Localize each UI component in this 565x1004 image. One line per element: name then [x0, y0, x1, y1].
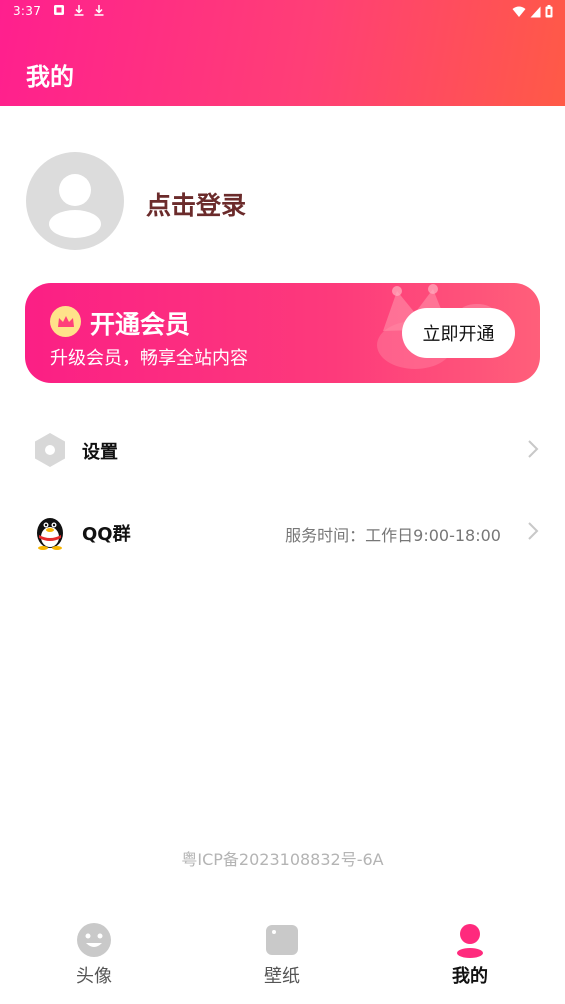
- menu-item-qq-group[interactable]: QQ群 服务时间：工作日9:00-18:00: [0, 501, 565, 561]
- open-vip-button[interactable]: 立即开通: [402, 308, 515, 358]
- menu-item-settings[interactable]: 设置: [0, 419, 565, 479]
- menu-label-settings: 设置: [82, 442, 118, 463]
- icp-record-text: 粤ICP备2023108832号-6A: [181, 850, 384, 869]
- status-system-icons: [512, 5, 553, 18]
- download-icon: [94, 5, 104, 16]
- header-bar: 3:37 我的: [0, 0, 565, 106]
- login-link[interactable]: 点击登录: [146, 186, 246, 222]
- notification-icon: [54, 5, 64, 15]
- vip-subtitle: 升级会员，畅享全站内容: [50, 348, 248, 369]
- crown-icon: [57, 315, 74, 327]
- vip-badge: [50, 306, 81, 337]
- tab-label-avatar: 头像: [76, 966, 112, 987]
- tab-avatar[interactable]: 头像: [34, 912, 154, 1004]
- tab-mine[interactable]: 我的: [410, 912, 530, 1004]
- tab-label-wallpaper: 壁纸: [264, 966, 300, 987]
- qq-penguin-icon: [37, 518, 63, 550]
- page-title: 我的: [26, 63, 74, 91]
- service-time-text: 服务时间：工作日9:00-18:00: [285, 526, 501, 545]
- chevron-right-icon: [528, 440, 539, 458]
- avatar[interactable]: [26, 152, 124, 250]
- download-icon: [74, 5, 84, 16]
- avatar-face-icon: [77, 923, 111, 957]
- tab-wallpaper[interactable]: 壁纸: [222, 912, 342, 1004]
- settings-hex-icon: [35, 433, 65, 467]
- battery-icon: [545, 5, 553, 18]
- status-time: 3:37: [13, 4, 42, 18]
- tab-label-mine: 我的: [452, 966, 488, 987]
- wallpaper-icon: [266, 925, 298, 955]
- profile-icon: [457, 924, 483, 958]
- bottom-tab-bar: 头像 壁纸 我的: [0, 912, 565, 1004]
- menu-label-qq-group: QQ群: [82, 524, 131, 545]
- status-bar: 3:37: [0, 0, 565, 24]
- vip-title: 开通会员: [90, 310, 191, 339]
- status-notifications: [53, 4, 105, 16]
- vip-card[interactable]: 开通会员 升级会员，畅享全站内容 立即开通: [25, 283, 540, 383]
- signal-icon: [530, 6, 541, 17]
- default-user-icon: [49, 174, 101, 238]
- chevron-right-icon: [528, 522, 539, 540]
- wifi-icon: [512, 6, 526, 17]
